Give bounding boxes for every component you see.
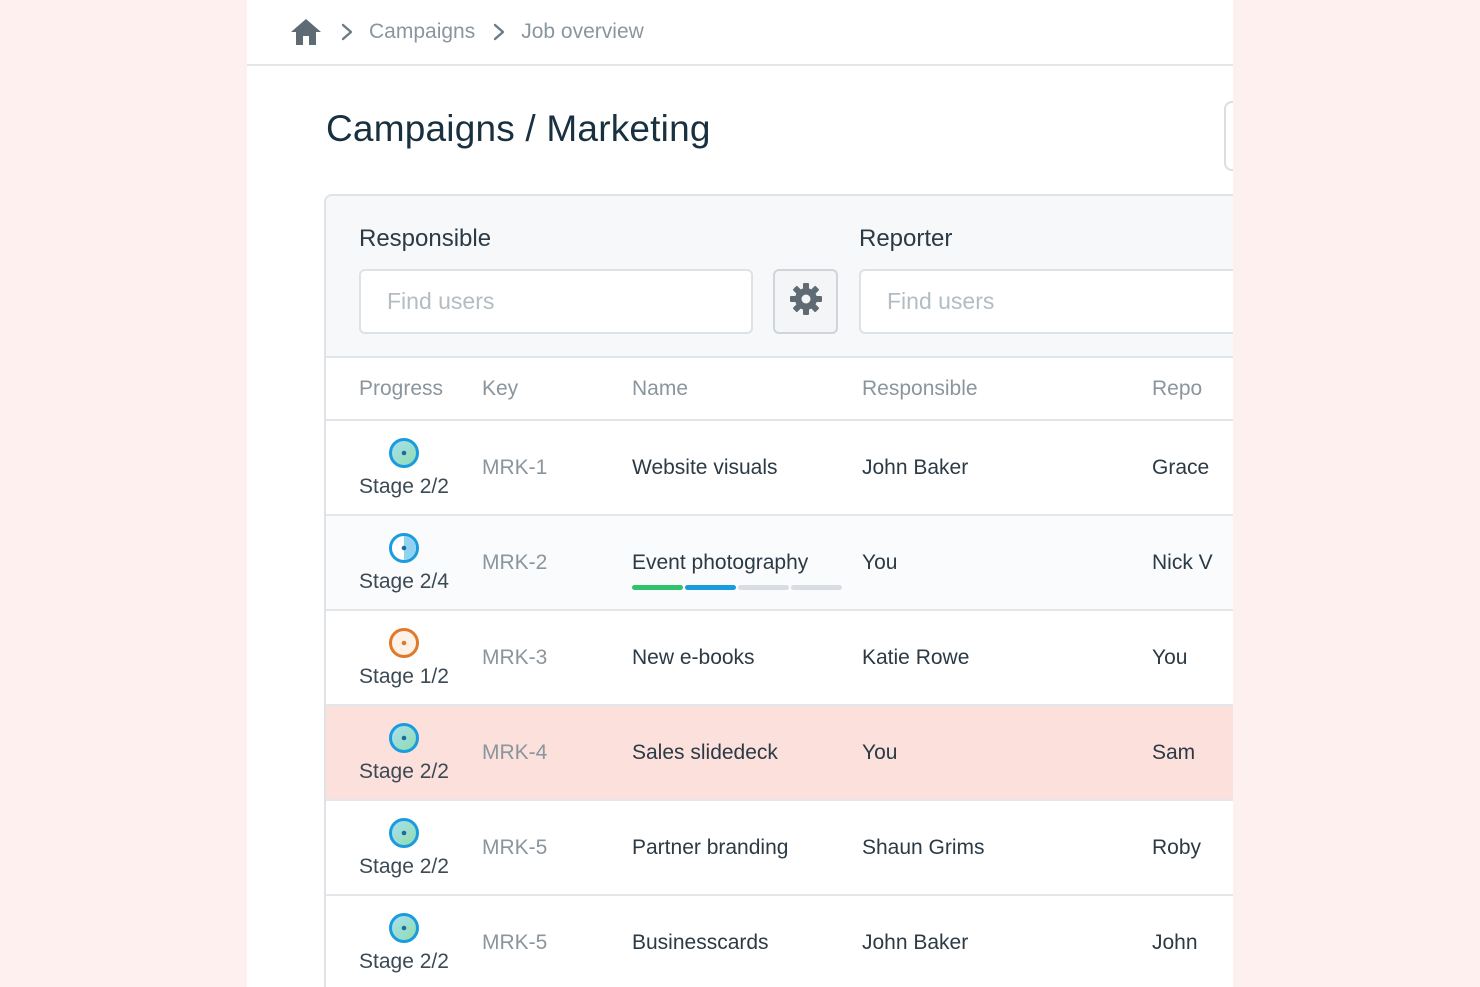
key-cell[interactable]: MRK-5 — [482, 895, 632, 987]
table-row[interactable]: Stage 2/2 MRK-5 Businesscards John Baker Joh… — [326, 895, 1233, 987]
key-cell[interactable]: MRK-4 — [482, 705, 632, 801]
table-header-row: Progress Key Name Responsible Repo — [326, 358, 1233, 421]
progress-cell: Stage 2/4 — [326, 515, 482, 611]
stage-label: Stage 2/2 — [359, 759, 449, 783]
job-name-text: Sales slidedeck — [632, 740, 778, 764]
key-cell[interactable]: MRK-2 — [482, 515, 632, 611]
job-name[interactable]: Website visuals — [632, 456, 778, 480]
reporter-cell[interactable]: Roby — [1152, 800, 1233, 896]
key-cell[interactable]: MRK-1 — [482, 420, 632, 516]
breadcrumb-campaigns[interactable]: Campaigns — [369, 20, 475, 44]
column-header-key[interactable]: Key — [482, 358, 632, 421]
column-header-progress[interactable]: Progress — [326, 358, 482, 421]
action-button[interactable] — [1224, 101, 1233, 171]
job-name-text: Event photography — [632, 550, 809, 574]
filter-bar: Responsible Find users Reporter Find use… — [326, 196, 1233, 358]
name-cell[interactable]: Sales slidedeck — [632, 705, 862, 801]
home-icon[interactable] — [289, 17, 323, 47]
responsible-cell[interactable]: You — [862, 705, 1152, 801]
responsible-filter-label: Responsible — [359, 225, 492, 252]
stage-label: Stage 2/2 — [359, 474, 449, 498]
reporter-cell[interactable]: John — [1152, 895, 1233, 987]
jobs-table: Progress Key Name Responsible Repo Stage… — [326, 358, 1233, 987]
stage-label: Stage 2/4 — [359, 569, 449, 593]
reporter-search-input[interactable] — [859, 269, 1233, 334]
table-row[interactable]: Stage 2/4 MRK-2 Event photography You Nick V — [326, 515, 1233, 611]
progress-indicator: Stage 2/2 — [359, 912, 449, 974]
progress-ring-icon — [388, 437, 419, 468]
job-name[interactable]: Sales slidedeck — [632, 741, 778, 765]
responsible-cell[interactable]: Shaun Grims — [862, 800, 1152, 896]
progress-cell: Stage 2/2 — [326, 705, 482, 801]
progress-indicator: Stage 2/2 — [359, 722, 449, 784]
reporter-cell[interactable]: You — [1152, 610, 1233, 706]
column-header-reporter[interactable]: Repo — [1152, 358, 1233, 421]
chevron-right-icon — [489, 22, 509, 42]
reporter-cell[interactable]: Grace — [1152, 420, 1233, 516]
job-name-text: Partner branding — [632, 835, 789, 859]
responsible-cell[interactable]: You — [862, 515, 1152, 611]
job-name[interactable]: New e-books — [632, 646, 755, 670]
progress-cell: Stage 1/2 — [326, 610, 482, 706]
responsible-search-input[interactable] — [359, 269, 753, 334]
progress-segment — [791, 584, 842, 590]
job-name[interactable]: Event photography — [632, 550, 842, 590]
job-name-text: Businesscards — [632, 930, 769, 954]
breadcrumb-job-overview[interactable]: Job overview — [521, 20, 644, 44]
responsible-cell[interactable]: John Baker — [862, 420, 1152, 516]
table-row[interactable]: Stage 2/2 MRK-4 Sales slidedeck You Sam — [326, 705, 1233, 801]
progress-segment — [632, 584, 683, 590]
progress-ring-icon — [388, 817, 419, 848]
name-cell[interactable]: Partner branding — [632, 800, 862, 896]
progress-segment — [738, 584, 789, 590]
column-header-responsible[interactable]: Responsible — [862, 358, 1152, 421]
chevron-right-icon — [337, 22, 357, 42]
key-cell[interactable]: MRK-3 — [482, 610, 632, 706]
progress-ring-icon — [388, 627, 419, 658]
job-name-text: New e-books — [632, 645, 755, 669]
gear-icon — [789, 282, 823, 321]
key-cell[interactable]: MRK-5 — [482, 800, 632, 896]
name-cell[interactable]: New e-books — [632, 610, 862, 706]
progress-indicator: Stage 2/4 — [359, 532, 449, 594]
column-header-name[interactable]: Name — [632, 358, 862, 421]
responsible-cell[interactable]: John Baker — [862, 895, 1152, 987]
stage-label: Stage 2/2 — [359, 854, 449, 878]
reporter-cell[interactable]: Sam — [1152, 705, 1233, 801]
progress-bar — [632, 584, 842, 590]
job-name[interactable]: Businesscards — [632, 931, 769, 955]
progress-ring-icon — [388, 912, 419, 943]
table-row[interactable]: Stage 2/2 MRK-1 Website visuals John Baker G… — [326, 420, 1233, 516]
page-title: Campaigns / Marketing — [326, 108, 711, 149]
name-cell[interactable]: Event photography — [632, 515, 862, 611]
job-name[interactable]: Partner branding — [632, 836, 788, 860]
progress-indicator: Stage 2/2 — [359, 437, 449, 499]
job-table-panel: Responsible Find users Reporter Find use… — [324, 194, 1233, 987]
responsible-cell[interactable]: Katie Rowe — [862, 610, 1152, 706]
app-window: Campaigns Job overview Campaigns / Marke… — [247, 0, 1233, 987]
progress-ring-icon — [388, 532, 419, 563]
progress-ring-icon — [388, 722, 419, 753]
name-cell[interactable]: Businesscards — [632, 895, 862, 987]
table-row[interactable]: Stage 2/2 MRK-5 Partner branding Shaun Grim… — [326, 800, 1233, 896]
breadcrumb: Campaigns Job overview — [247, 0, 1233, 66]
reporter-cell[interactable]: Nick V — [1152, 515, 1233, 611]
progress-cell: Stage 2/2 — [326, 420, 482, 516]
progress-indicator: Stage 2/2 — [359, 817, 449, 879]
name-cell[interactable]: Website visuals — [632, 420, 862, 516]
progress-cell: Stage 2/2 — [326, 895, 482, 987]
progress-indicator: Stage 1/2 — [359, 627, 449, 689]
progress-cell: Stage 2/2 — [326, 800, 482, 896]
stage-label: Stage 2/2 — [359, 949, 449, 973]
progress-segment — [685, 584, 736, 590]
settings-button[interactable] — [773, 269, 838, 334]
stage-label: Stage 1/2 — [359, 664, 449, 688]
table-row[interactable]: Stage 1/2 MRK-3 New e-books Katie Rowe You — [326, 610, 1233, 706]
reporter-filter-label: Reporter — [859, 225, 953, 252]
job-name-text: Website visuals — [632, 455, 778, 479]
